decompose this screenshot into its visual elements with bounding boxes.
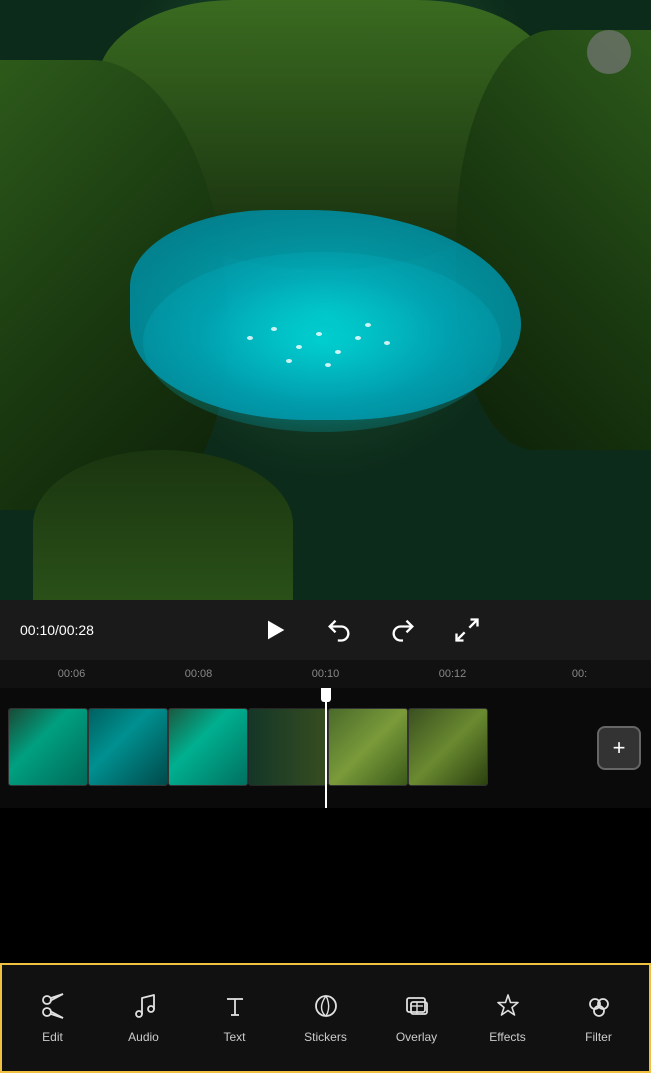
- undo-icon: [325, 616, 353, 644]
- tool-text-label: Text: [223, 1030, 245, 1044]
- ruler-mark: 00:: [516, 668, 643, 680]
- tool-overlay[interactable]: Overlay: [371, 992, 462, 1044]
- scissors-icon: [39, 992, 67, 1024]
- music-icon: [130, 992, 158, 1024]
- film-frame: [168, 708, 248, 786]
- video-preview: [0, 0, 651, 600]
- ruler-mark: 00:12: [389, 668, 516, 680]
- tool-stickers[interactable]: Stickers: [280, 992, 371, 1044]
- circle-button[interactable]: [587, 30, 631, 74]
- expand-icon: [453, 616, 481, 644]
- time-display: 00:10/00:28: [20, 622, 110, 638]
- bottom-toolbar: Edit Audio Text: [0, 963, 651, 1073]
- timeline-ruler: 00:06 00:08 00:10 00:12 00:: [0, 660, 651, 688]
- effects-icon: [494, 992, 522, 1024]
- ruler-mark: 00:10: [262, 668, 389, 680]
- film-frame: [408, 708, 488, 786]
- tool-filter[interactable]: Filter: [553, 992, 644, 1044]
- redo-button[interactable]: [371, 616, 435, 644]
- film-strip: [8, 708, 488, 788]
- tool-stickers-label: Stickers: [304, 1030, 347, 1044]
- film-frame: [328, 708, 408, 786]
- timeline-strip[interactable]: +: [0, 688, 651, 808]
- ruler-mark: 00:08: [135, 668, 262, 680]
- expand-button[interactable]: [435, 616, 499, 644]
- film-frame: [8, 708, 88, 786]
- tool-overlay-label: Overlay: [396, 1030, 437, 1044]
- tool-audio[interactable]: Audio: [98, 992, 189, 1044]
- tool-effects[interactable]: Effects: [462, 992, 553, 1044]
- tool-text[interactable]: Text: [189, 992, 280, 1044]
- play-icon: [261, 616, 289, 644]
- tool-audio-label: Audio: [128, 1030, 159, 1044]
- undo-button[interactable]: [307, 616, 371, 644]
- add-clip-button[interactable]: +: [597, 726, 641, 770]
- ruler-mark: 00:06: [8, 668, 135, 680]
- overlay-icon: [403, 992, 431, 1024]
- tool-edit[interactable]: Edit: [7, 992, 98, 1044]
- playhead: [325, 688, 327, 808]
- tool-effects-label: Effects: [489, 1030, 525, 1044]
- text-icon: [221, 992, 249, 1024]
- filter-icon: [585, 992, 613, 1024]
- film-frame: [248, 708, 328, 786]
- controls-bar: 00:10/00:28: [0, 600, 651, 660]
- tool-edit-label: Edit: [42, 1030, 63, 1044]
- stickers-icon: [312, 992, 340, 1024]
- tool-filter-label: Filter: [585, 1030, 612, 1044]
- redo-icon: [389, 616, 417, 644]
- play-button[interactable]: [243, 616, 307, 644]
- film-frame: [88, 708, 168, 786]
